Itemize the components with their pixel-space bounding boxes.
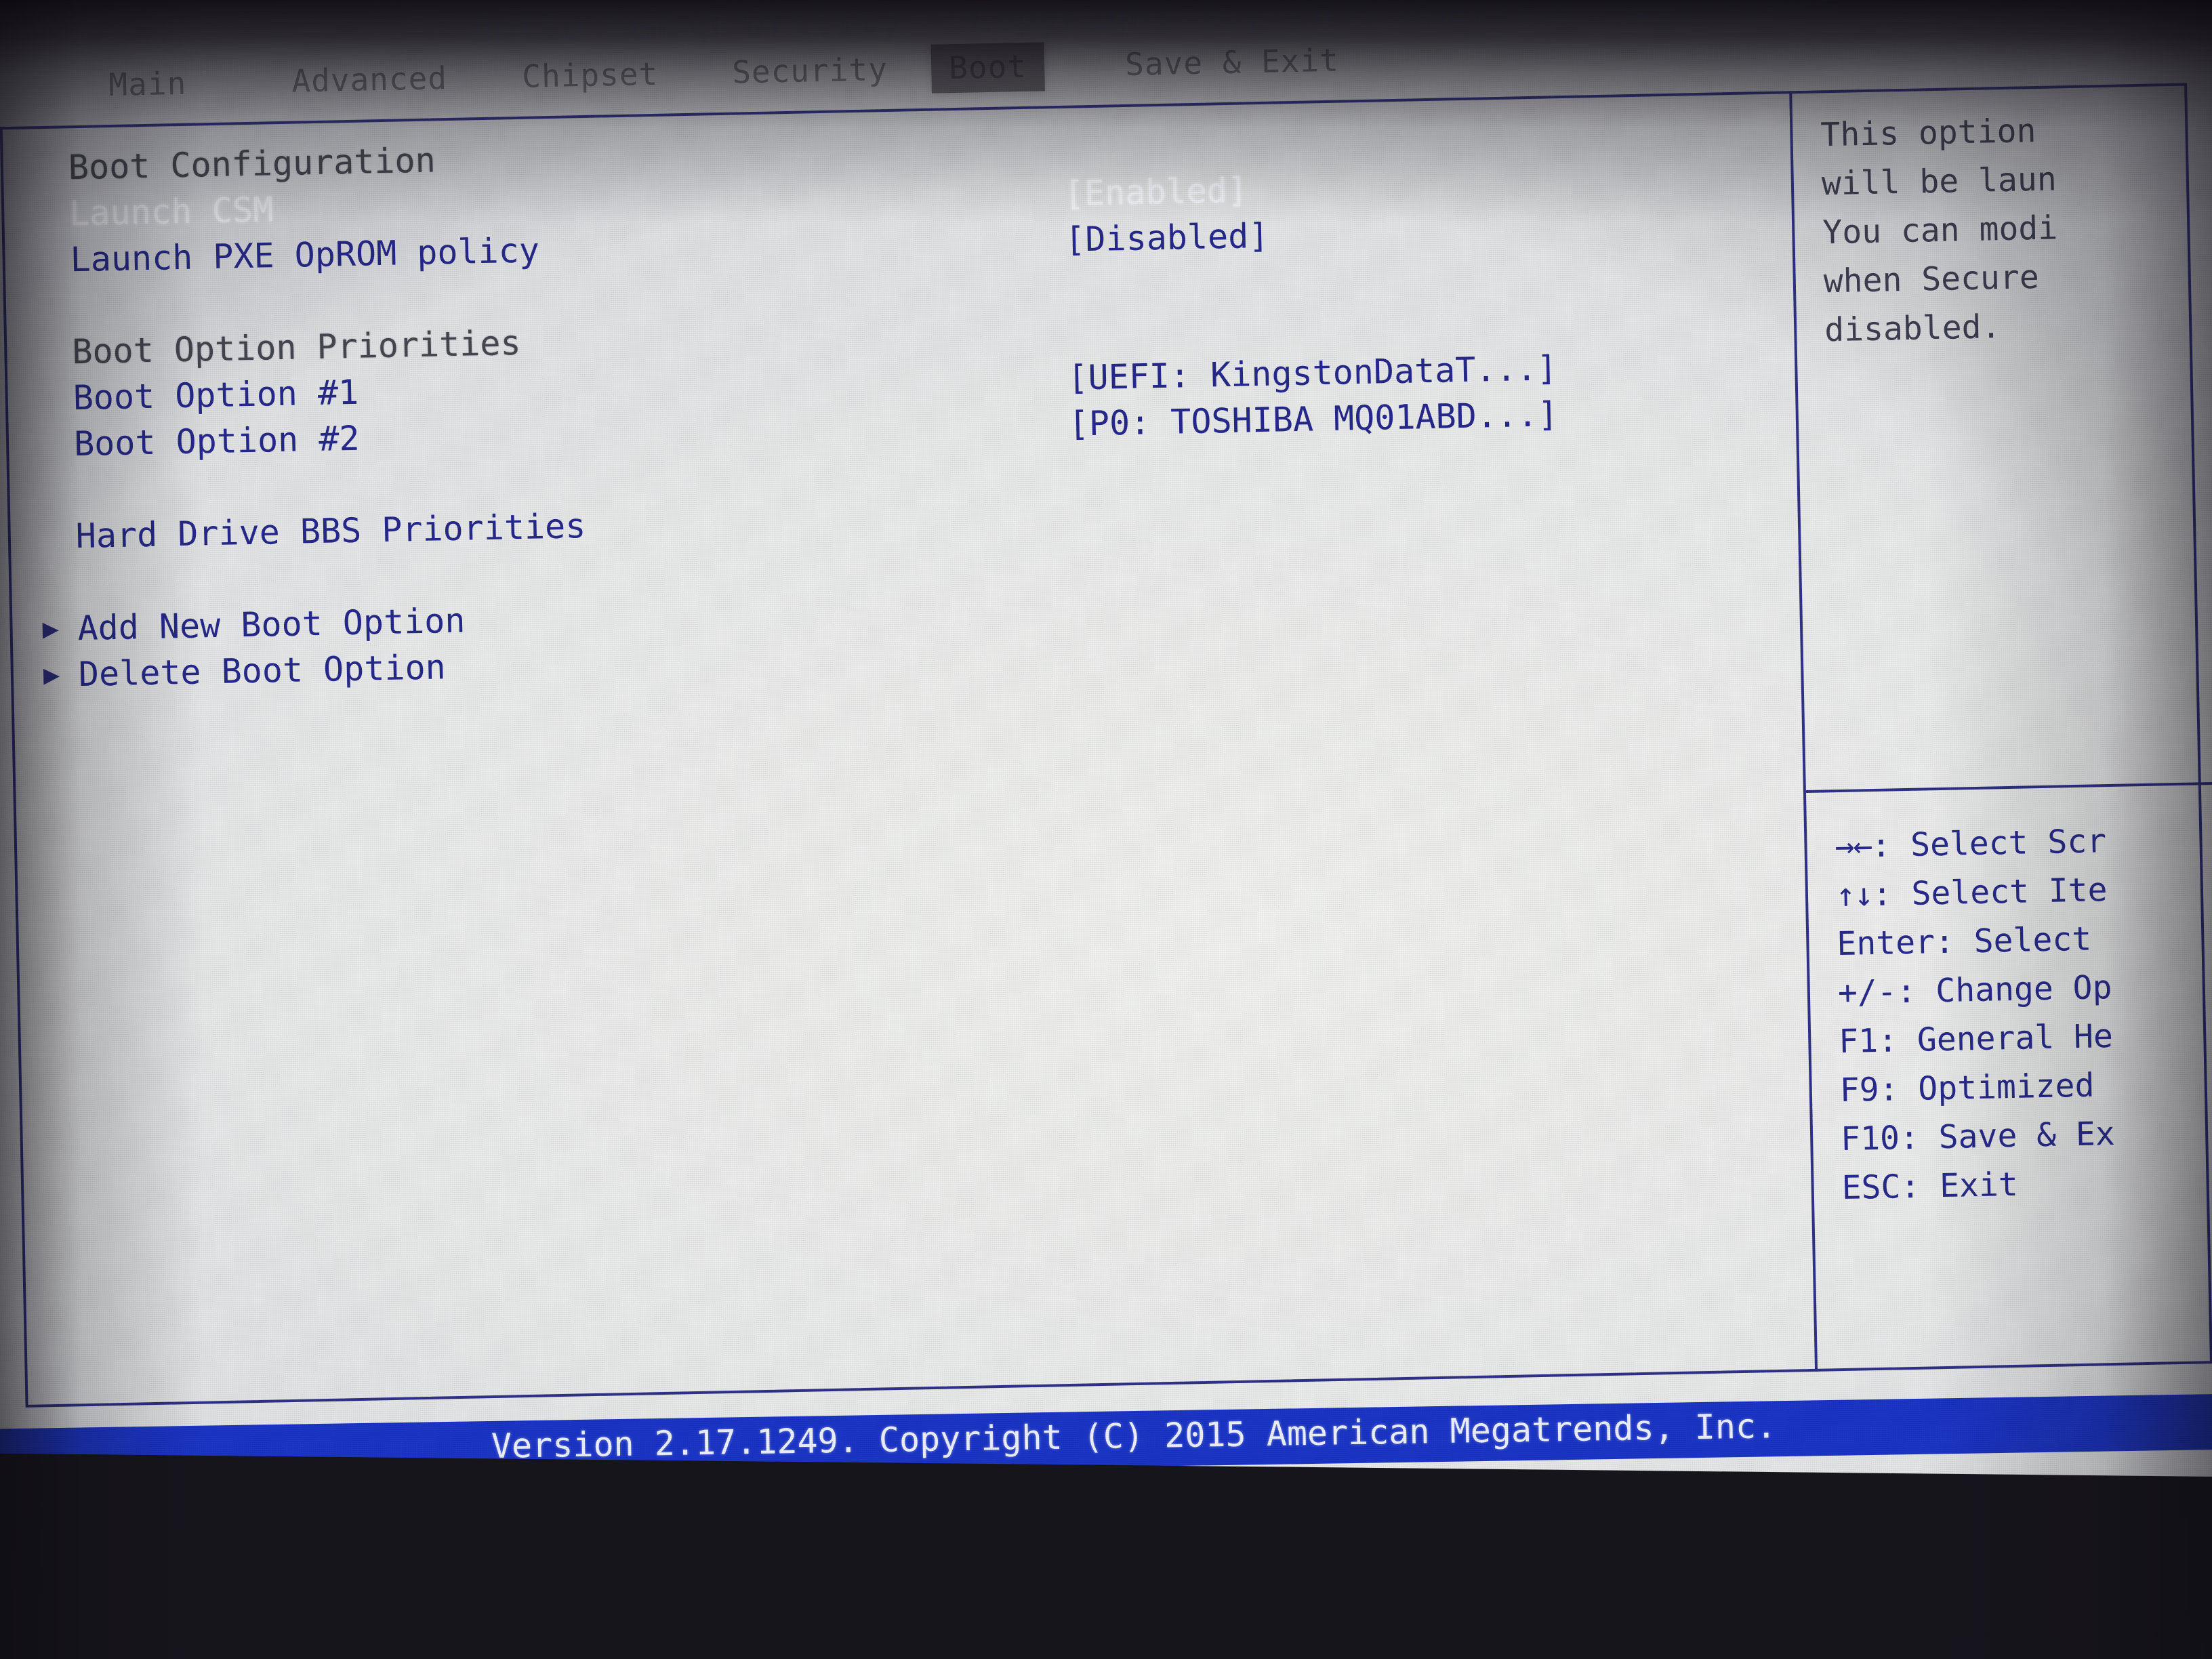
key-hint-label: F1: General He: [1838, 1017, 2114, 1061]
key-hint-line: F10: Save & Ex: [1841, 1107, 2212, 1164]
tab-boot[interactable]: Boot: [930, 42, 1045, 94]
bios-screen-photo: Aptio Setup Utility - Copyright (C) 2015…: [0, 0, 2212, 1659]
key-hint-label: F9: Optimized: [1839, 1066, 2095, 1110]
key-hint-label: ESC: Exit: [1841, 1165, 2019, 1208]
tab-advanced[interactable]: Advanced: [274, 54, 466, 107]
setting-label: Boot Option #2: [73, 418, 361, 464]
key-hint-label: : Select Scr: [1870, 822, 2107, 865]
key-hint-line: F9: Optimized: [1839, 1058, 2212, 1115]
key-hint-label: Enter: Select: [1836, 920, 2092, 964]
tab-save-exit[interactable]: Save & Exit: [1107, 36, 1357, 89]
laptop-bezel: [0, 1453, 2212, 1659]
bezel-tilt: [0, 1453, 2212, 1659]
submenu-arrow-icon: ▶: [43, 659, 60, 691]
version-copyright-text: Version 2.17.1249. Copyright (C) 2015 Am…: [491, 1406, 1777, 1466]
arrow-keys-icon: →←: [1834, 827, 1872, 866]
tab-chipset[interactable]: Chipset: [504, 49, 676, 102]
setting-value[interactable]: [Disabled]: [1065, 213, 1269, 263]
tab-security[interactable]: Security: [714, 45, 906, 98]
help-text-line: disabled.: [1824, 308, 2001, 350]
key-hint-line: ↑↓: Select Ite: [1835, 863, 2212, 920]
screen-surface: Aptio Setup Utility - Copyright (C) 2015…: [0, 0, 2212, 1552]
tab-main[interactable]: Main: [91, 59, 205, 110]
setting-label: Delete Boot Option: [78, 647, 447, 695]
setting-label: Launch CSM: [68, 190, 274, 234]
key-hint-line: Enter: Select: [1837, 912, 2212, 968]
help-panel: This option will be laun You can modi when…: [1820, 102, 2212, 354]
arrow-keys-icon: ↑↓: [1835, 876, 1873, 915]
help-text-line: will be laun: [1821, 160, 2057, 203]
help-text-line: This option: [1820, 111, 2036, 155]
key-hint-line: ESC: Exit: [1841, 1155, 2212, 1212]
help-text-line: You can modi: [1822, 209, 2058, 252]
key-hint-label: F10: Save & Ex: [1840, 1114, 2116, 1159]
key-hints-panel: →←: Select Scr ↑↓: Select Ite Enter: Selec…: [1835, 814, 2212, 1212]
key-hint-line: +/-: Change Op: [1837, 960, 2212, 1017]
setting-value[interactable]: [Enabled]: [1063, 167, 1248, 216]
bios-setup-screen: Aptio Setup Utility - Copyright (C) 2015…: [0, 0, 2212, 1572]
key-hint-label: : Select Ite: [1872, 871, 2108, 914]
key-hint-line: F1: General He: [1839, 1009, 2212, 1066]
key-hint-label: +/-: Change Op: [1837, 968, 2112, 1012]
setting-label: Add New Boot Option: [77, 600, 466, 649]
key-hint-line: →←: Select Scr: [1835, 814, 2212, 871]
boot-settings-list: Boot Configuration Launch CSM [Enabled] Lau…: [33, 110, 1778, 698]
setting-label: Boot Option #1: [73, 372, 359, 418]
help-text-line: when Secure: [1823, 258, 2040, 301]
section-header-label: Boot Configuration: [68, 140, 436, 188]
submenu-arrow-icon: ▶: [42, 613, 60, 645]
